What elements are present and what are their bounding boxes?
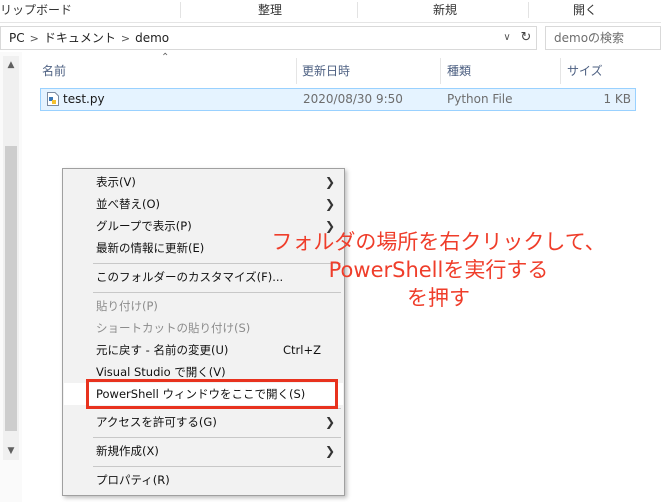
file-modified: 2020/08/30 9:50 <box>303 92 403 106</box>
search-input[interactable]: demoの検索 <box>545 26 661 50</box>
menu-item-label: 最新の情報に更新(E) <box>96 241 205 255</box>
menu-separator <box>93 437 341 438</box>
annotation-line-2: PowerShellを実行する <box>328 258 549 282</box>
scroll-down-icon[interactable]: ▼ <box>3 442 19 460</box>
column-header-size[interactable]: サイズ <box>567 56 627 86</box>
column-divider[interactable] <box>296 58 297 84</box>
chevron-right-icon[interactable]: > <box>121 32 130 45</box>
highlight-box <box>86 379 338 409</box>
menu-item-view[interactable]: 表示(V) ❯ <box>64 171 343 193</box>
breadcrumb-demo[interactable]: demo <box>135 31 169 45</box>
search-placeholder: demoの検索 <box>554 31 625 45</box>
chevron-right-icon[interactable]: > <box>30 32 39 45</box>
file-row[interactable]: test.py 2020/08/30 9:50 Python File 1 KB <box>40 88 636 111</box>
menu-item-label: 元に戻す - 名前の変更(U) <box>96 343 229 357</box>
menu-item-give-access[interactable]: アクセスを許可する(G) ❯ <box>64 411 343 433</box>
breadcrumb-documents[interactable]: ドキュメント <box>44 31 116 45</box>
ribbon-divider <box>357 2 358 18</box>
ribbon-group-clipboard[interactable]: リップボード <box>0 0 100 22</box>
menu-item-new[interactable]: 新規作成(X) ❯ <box>64 440 343 462</box>
menu-item-label: 並べ替え(O) <box>96 197 161 211</box>
ribbon-divider <box>528 2 529 18</box>
annotation-line-1: フォルダの場所を右クリックして、 <box>271 230 606 254</box>
column-header-name[interactable]: 名前 <box>42 56 292 86</box>
ribbon-group-open[interactable]: 開く <box>545 0 625 22</box>
context-menu: 表示(V) ❯ 並べ替え(O) ❯ グループで表示(P) ❯ 最新の情報に更新(… <box>62 168 345 496</box>
column-header-modified[interactable]: 更新日時 <box>302 56 432 86</box>
chevron-right-icon: ❯ <box>324 175 335 189</box>
menu-item-properties[interactable]: プロパティ(R) <box>64 469 343 491</box>
breadcrumb: PC > ドキュメント > demo <box>9 27 169 49</box>
menu-item-label: 新規作成(X) <box>96 444 159 458</box>
refresh-icon[interactable]: ↻ <box>517 27 535 49</box>
breadcrumb-pc[interactable]: PC <box>9 31 25 45</box>
python-file-icon <box>47 92 59 106</box>
menu-item-label: ショートカットの貼り付け(S) <box>96 321 251 335</box>
menu-item-sort[interactable]: 並べ替え(O) ❯ <box>64 193 343 215</box>
ribbon-bar: リップボード 整理 新規 開く <box>0 0 661 23</box>
menu-item-label: プロパティ(R) <box>96 473 170 487</box>
menu-item-label: グループで表示(P) <box>96 219 192 233</box>
menu-item-label: アクセスを許可する(G) <box>96 415 217 429</box>
scrollbar-thumb[interactable] <box>5 146 17 431</box>
chevron-down-icon[interactable]: ∨ <box>499 27 515 49</box>
address-bar[interactable]: PC > ドキュメント > demo <box>0 26 537 50</box>
annotation-line-3: を押す <box>407 286 470 310</box>
chevron-right-icon: ❯ <box>324 444 335 458</box>
menu-item-label: 表示(V) <box>96 175 136 189</box>
column-header-type[interactable]: 種類 <box>447 56 547 86</box>
vertical-scrollbar[interactable]: ▲ ▼ <box>3 56 19 460</box>
ribbon-group-organize[interactable]: 整理 <box>230 0 310 22</box>
scroll-up-icon[interactable]: ▲ <box>3 56 19 74</box>
file-size: 1 KB <box>603 92 631 106</box>
menu-item-label: 貼り付け(P) <box>96 299 158 313</box>
menu-item-paste-shortcut: ショートカットの貼り付け(S) <box>64 317 343 339</box>
ribbon-group-new[interactable]: 新規 <box>405 0 485 22</box>
column-divider[interactable] <box>560 58 561 84</box>
chevron-right-icon: ❯ <box>324 415 335 429</box>
chevron-right-icon: ❯ <box>324 197 335 211</box>
menu-item-undo[interactable]: 元に戻す - 名前の変更(U) Ctrl+Z <box>64 339 343 361</box>
column-divider[interactable] <box>440 58 441 84</box>
ribbon-divider <box>180 2 181 18</box>
file-name: test.py <box>63 92 105 106</box>
file-type: Python File <box>447 92 513 106</box>
menu-separator <box>93 466 341 467</box>
menu-item-shortcut: Ctrl+Z <box>283 343 321 357</box>
